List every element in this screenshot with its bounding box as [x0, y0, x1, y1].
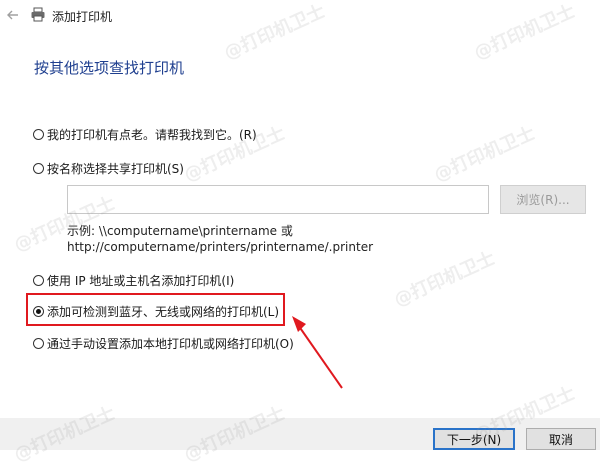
- back-arrow-icon[interactable]: [6, 8, 20, 22]
- option-manual-local[interactable]: 通过手动设置添加本地打印机或网络打印机(O): [33, 334, 294, 352]
- example-text-line1: 示例: \\computername\printername 或: [67, 224, 293, 238]
- highlight-box: [26, 293, 285, 326]
- browse-button[interactable]: 浏览(R)...: [500, 185, 586, 214]
- option-label: 我的打印机有点老。请帮我找到它。(R): [47, 127, 257, 142]
- radio-button[interactable]: [33, 274, 44, 286]
- page-heading: 按其他选项查找打印机: [34, 59, 185, 77]
- option-ip-hostname[interactable]: 使用 IP 地址或主机名添加打印机(I): [33, 271, 234, 289]
- option-shared-printer[interactable]: 按名称选择共享打印机(S): [33, 159, 184, 177]
- watermark: @打印机卫士: [431, 122, 539, 186]
- radio-button[interactable]: [33, 128, 44, 140]
- option-label: 通过手动设置添加本地打印机或网络打印机(O): [47, 336, 294, 351]
- title-bar: 添加打印机: [0, 0, 600, 32]
- cancel-button[interactable]: 取消: [526, 428, 596, 450]
- window-title: 添加打印机: [52, 10, 113, 24]
- example-text-line2: http://computername/printers/printername…: [67, 240, 374, 254]
- printer-name-input[interactable]: [67, 185, 489, 214]
- radio-button[interactable]: [33, 337, 44, 349]
- radio-button[interactable]: [33, 162, 44, 174]
- option-old-printer[interactable]: 我的打印机有点老。请帮我找到它。(R): [33, 125, 257, 143]
- option-label: 按名称选择共享打印机(S): [47, 161, 184, 176]
- printer-icon: [31, 7, 45, 22]
- option-label: 使用 IP 地址或主机名添加打印机(I): [47, 273, 235, 288]
- watermark: @打印机卫士: [391, 247, 499, 311]
- next-button[interactable]: 下一步(N): [433, 428, 515, 450]
